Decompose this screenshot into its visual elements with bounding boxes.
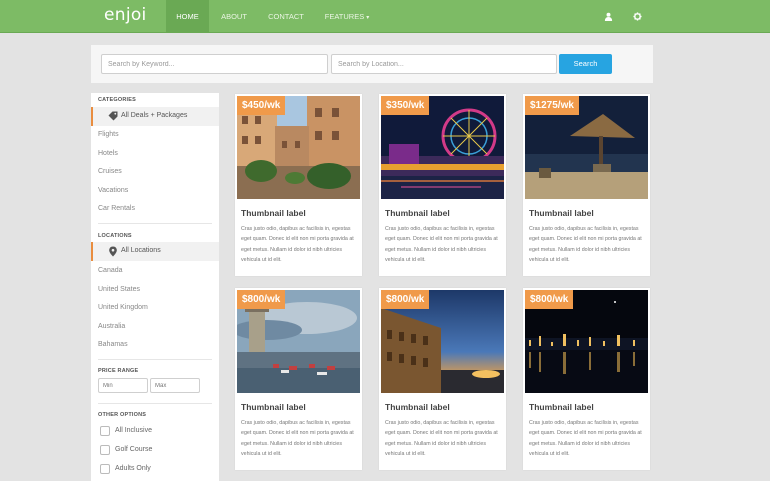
card-description: Cras justo odio, dapibus ac facilisis in… <box>529 420 642 457</box>
chevron-down-icon: ▾ <box>366 15 370 21</box>
divider <box>98 359 212 360</box>
card-description: Cras justo odio, dapibus ac facilisis in… <box>241 420 354 457</box>
category-label: All Deals + Packages <box>121 112 188 119</box>
deal-card[interactable]: $800/wk Thumbnail label Cras justo odio,… <box>235 288 362 470</box>
location-item-australia[interactable]: Australia <box>98 323 125 330</box>
harbor-lighthouse-photo: $800/wk <box>237 290 360 393</box>
price-range-header: PRICE RANGE <box>98 368 139 374</box>
divider <box>98 403 212 404</box>
filter-sidebar: CATEGORIES All Deals + Packages Flights … <box>91 93 219 481</box>
price-tag: $800/wk <box>237 290 286 309</box>
deal-card[interactable]: $350/wk Thumbnail label Cras justo odio,… <box>379 94 506 276</box>
search-panel: Search <box>91 45 653 83</box>
locations-header: LOCATIONS <box>98 233 132 239</box>
option-label: All Inclusive <box>115 427 152 434</box>
price-tag: $450/wk <box>237 96 286 115</box>
location-item-united-kingdom[interactable]: United Kingdom <box>98 304 148 311</box>
nav-home[interactable]: HOME <box>166 0 209 33</box>
card-description: Cras justo odio, dapibus ac facilisis in… <box>385 420 498 457</box>
category-item-car-rentals[interactable]: Car Rentals <box>98 205 135 212</box>
card-title[interactable]: Thumbnail label <box>241 402 306 412</box>
hotel-courtyard-photo: $450/wk <box>237 96 360 199</box>
sunset-building-photo: $800/wk <box>381 290 504 393</box>
category-item-all-deals[interactable]: All Deals + Packages <box>91 107 219 126</box>
city-night-skyline-photo: $800/wk <box>525 290 648 393</box>
price-min-input[interactable] <box>98 378 148 393</box>
categories-header: CATEGORIES <box>98 97 136 103</box>
category-item-flights[interactable]: Flights <box>98 131 119 138</box>
brand-logo[interactable]: enjoi <box>104 5 147 25</box>
nav-about[interactable]: ABOUT <box>213 0 255 33</box>
nav-features-label: FEATURES <box>324 12 365 21</box>
checkbox[interactable] <box>100 445 110 455</box>
other-options-header: OTHER OPTIONS <box>98 412 147 418</box>
deal-card[interactable]: $800/wk Thumbnail label Cras justo odio,… <box>379 288 506 470</box>
location-item-canada[interactable]: Canada <box>98 267 123 274</box>
card-title[interactable]: Thumbnail label <box>385 208 450 218</box>
top-navbar: enjoi HOME ABOUT CONTACT FEATURES ▾ <box>0 0 770 33</box>
category-item-cruises[interactable]: Cruises <box>98 168 122 175</box>
nav-contact[interactable]: CONTACT <box>259 0 313 33</box>
nav-features[interactable]: FEATURES ▾ <box>318 0 376 33</box>
card-title[interactable]: Thumbnail label <box>529 208 594 218</box>
gear-icon[interactable] <box>633 12 642 21</box>
keyword-search-input[interactable] <box>101 54 328 74</box>
location-item-all[interactable]: All Locations <box>91 242 219 261</box>
card-title[interactable]: Thumbnail label <box>529 402 594 412</box>
location-item-united-states[interactable]: United States <box>98 286 140 293</box>
price-tag: $800/wk <box>525 290 574 309</box>
checkbox[interactable] <box>100 426 110 436</box>
price-max-input[interactable] <box>150 378 200 393</box>
option-label: Golf Course <box>115 446 153 453</box>
ferris-wheel-night-photo: $350/wk <box>381 96 504 199</box>
category-item-vacations[interactable]: Vacations <box>98 187 128 194</box>
option-label: Adults Only <box>115 465 151 472</box>
deal-card[interactable]: $800/wk Thumbnail label Cras justo odio,… <box>523 288 650 470</box>
category-item-hotels[interactable]: Hotels <box>98 150 118 157</box>
checkbox[interactable] <box>100 464 110 474</box>
map-marker-icon <box>109 246 117 257</box>
divider <box>98 223 212 224</box>
location-label: All Locations <box>121 247 161 254</box>
card-description: Cras justo odio, dapibus ac facilisis in… <box>241 226 354 263</box>
card-title[interactable]: Thumbnail label <box>385 402 450 412</box>
card-title[interactable]: Thumbnail label <box>241 208 306 218</box>
search-button[interactable]: Search <box>559 54 612 74</box>
card-description: Cras justo odio, dapibus ac facilisis in… <box>529 226 642 263</box>
deal-card[interactable]: $1275/wk Thumbnail label Cras justo odio… <box>523 94 650 276</box>
price-tag: $350/wk <box>381 96 430 115</box>
price-tag: $800/wk <box>381 290 430 309</box>
beach-hut-night-photo: $1275/wk <box>525 96 648 199</box>
location-search-input[interactable] <box>331 54 557 74</box>
card-description: Cras justo odio, dapibus ac facilisis in… <box>385 226 498 263</box>
deal-card[interactable]: $450/wk Thumbnail label Cras justo odio,… <box>235 94 362 276</box>
user-icon[interactable] <box>604 12 613 21</box>
location-item-bahamas[interactable]: Bahamas <box>98 341 128 348</box>
price-tag: $1275/wk <box>525 96 579 115</box>
tag-icon <box>108 111 118 121</box>
